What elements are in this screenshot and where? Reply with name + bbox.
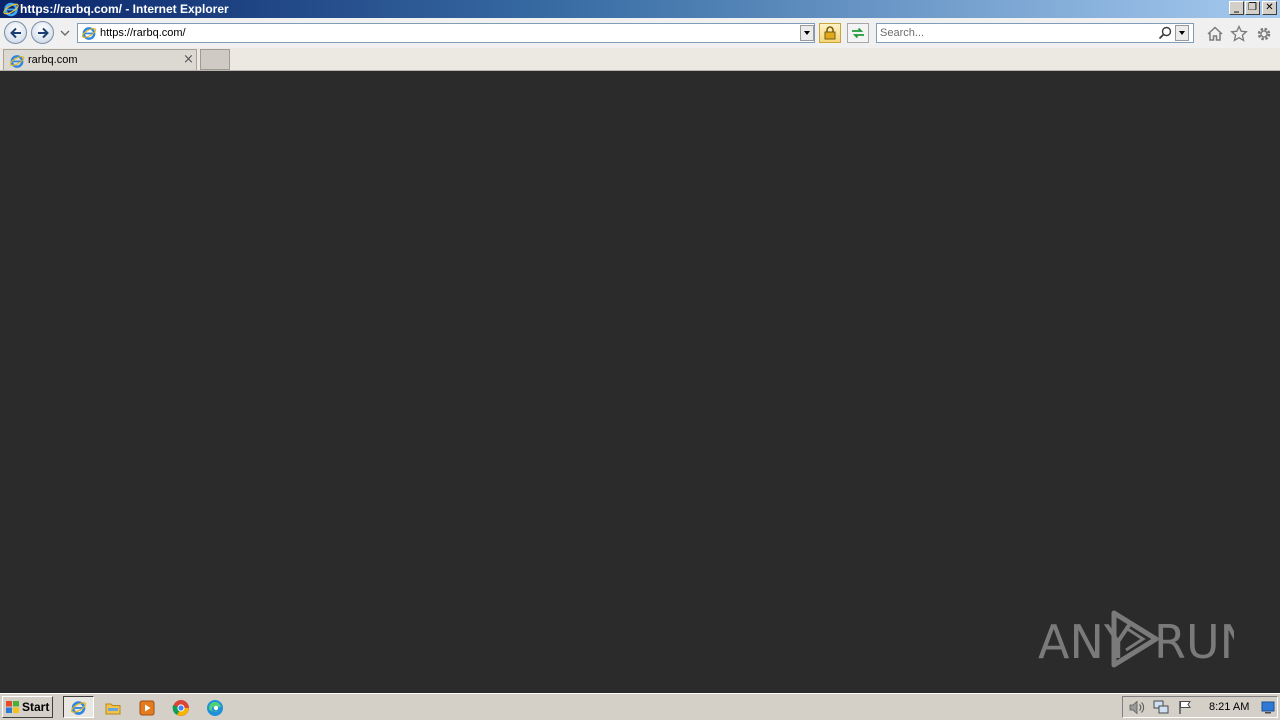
favorites-star-icon[interactable] <box>1230 25 1248 43</box>
search-input[interactable] <box>880 25 1150 41</box>
back-button[interactable] <box>4 21 27 44</box>
internet-explorer-icon <box>3 2 19 17</box>
volume-icon[interactable] <box>1129 700 1145 715</box>
media-player-icon[interactable] <box>138 699 156 717</box>
forward-arrow-icon <box>38 27 49 39</box>
close-button[interactable]: ✕ <box>1262 1 1277 15</box>
settings-gear-icon[interactable] <box>1255 25 1273 43</box>
address-bar[interactable]: https://rarbq.com/ <box>77 23 815 43</box>
refresh-icon <box>852 27 864 39</box>
navigation-toolbar: https://rarbq.com/ <box>0 18 1280 48</box>
recent-pages-chevron-icon[interactable] <box>60 30 70 37</box>
chrome-icon[interactable] <box>172 699 190 717</box>
system-tray: 8:21 AM <box>1122 696 1278 718</box>
security-lock-button[interactable] <box>819 23 841 43</box>
start-label: Start <box>22 700 50 714</box>
internet-explorer-icon <box>70 701 87 715</box>
window-title-bar: https://rarbq.com/ - Internet Explorer _… <box>0 0 1280 18</box>
search-icon[interactable] <box>1158 26 1172 40</box>
watermark-right-text: RUN <box>1154 615 1234 669</box>
taskbar-clock[interactable]: 8:21 AM <box>1209 700 1249 714</box>
network-icon[interactable] <box>1153 700 1169 715</box>
refresh-button[interactable] <box>847 23 869 43</box>
taskbar-ie-button[interactable] <box>63 696 94 718</box>
anyrun-watermark: ANY RUN <box>1038 610 1234 669</box>
home-icon[interactable] <box>1206 25 1224 43</box>
search-dropdown-button[interactable] <box>1175 25 1189 41</box>
tab-ie-icon <box>9 55 25 68</box>
show-desktop-icon[interactable] <box>1261 701 1275 714</box>
taskbar: Start 8:21 AM <box>0 693 1280 720</box>
address-dropdown-button[interactable] <box>800 25 814 41</box>
lock-icon <box>824 26 836 40</box>
start-button[interactable]: Start <box>2 696 53 718</box>
search-box[interactable] <box>876 23 1194 43</box>
restore-button[interactable]: ❐ <box>1245 1 1260 15</box>
action-center-flag-icon[interactable] <box>1177 700 1193 715</box>
new-tab-button[interactable] <box>200 49 230 70</box>
page-content <box>0 71 1280 693</box>
edge-icon[interactable] <box>206 699 224 717</box>
file-explorer-icon[interactable] <box>104 699 122 717</box>
tab-rarbq[interactable]: rarbq.com × <box>3 49 197 70</box>
address-text[interactable]: https://rarbq.com/ <box>100 26 186 40</box>
tab-close-icon[interactable]: × <box>183 52 194 67</box>
minimize-button[interactable]: _ <box>1229 1 1244 15</box>
tab-label: rarbq.com <box>28 54 78 66</box>
forward-button[interactable] <box>31 21 54 44</box>
page-ie-icon <box>81 27 97 40</box>
window-title: https://rarbq.com/ - Internet Explorer <box>20 2 229 16</box>
tab-bar: rarbq.com × <box>0 48 1280 71</box>
windows-logo-icon <box>6 701 19 713</box>
back-arrow-icon <box>10 27 21 39</box>
